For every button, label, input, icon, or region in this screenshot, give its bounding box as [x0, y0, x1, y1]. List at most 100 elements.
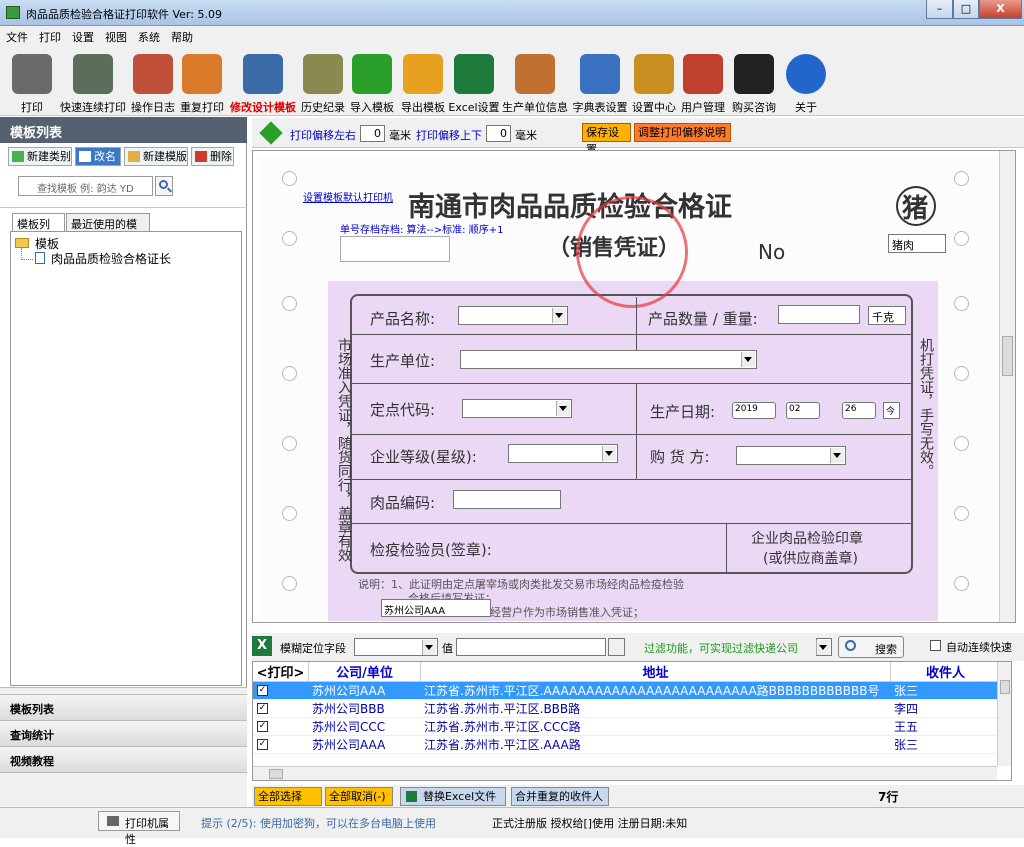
col-header-print[interactable]: <打印>: [253, 662, 309, 682]
export-template-button[interactable]: 导出模板: [398, 50, 448, 114]
serial-number-field[interactable]: [340, 236, 450, 262]
month-select[interactable]: 02: [786, 402, 820, 419]
filter-value-input[interactable]: [456, 638, 606, 656]
col-header-recipient[interactable]: 收件人: [891, 662, 1001, 682]
offset-lr-input[interactable]: 0: [360, 125, 385, 142]
import-template-button[interactable]: 导入模板: [347, 50, 397, 114]
new-template-button[interactable]: 新建模版: [124, 147, 188, 166]
buyer-select[interactable]: [736, 446, 846, 465]
unit-field[interactable]: 千克: [868, 306, 906, 325]
splitter[interactable]: [0, 687, 247, 694]
new-category-button[interactable]: 新建类别: [8, 147, 72, 166]
offset-help-button[interactable]: 调整打印偏移说明: [634, 123, 731, 142]
table-row[interactable]: ✓ 苏州公司CCC 江苏省.苏州市.平江区.CCC路 王五: [253, 718, 1011, 736]
operation-log-button[interactable]: 操作日志: [129, 50, 177, 114]
perforation-hole: [954, 506, 969, 521]
history-button[interactable]: 历史纪录: [299, 50, 347, 114]
app-icon: [6, 6, 20, 19]
reprint-button[interactable]: 重复打印: [178, 50, 226, 114]
nav-query-stats[interactable]: 查询统计: [0, 720, 247, 746]
excel-settings-button[interactable]: Excel设置: [448, 50, 500, 114]
window-title: 肉品品质检验合格证打印软件 Ver: 5.09: [26, 8, 222, 21]
auto-fast-checkbox[interactable]: [930, 640, 941, 651]
meat-code-input[interactable]: [453, 490, 561, 509]
col-header-address[interactable]: 地址: [421, 662, 891, 682]
tree-item-template[interactable]: 肉品品质检验合格证长: [51, 250, 171, 267]
row-checkbox[interactable]: ✓: [257, 703, 268, 714]
minimize-button[interactable]: –: [926, 0, 953, 19]
tab-recent-templates[interactable]: 最近使用的模板: [66, 213, 150, 247]
merge-recipients-button[interactable]: 合并重复的收件人: [511, 787, 609, 806]
tab-template-list[interactable]: 模板列表: [12, 213, 65, 247]
export-arrow-icon: [403, 54, 443, 94]
maximize-button[interactable]: □: [953, 0, 979, 19]
row-checkbox[interactable]: ✓: [257, 739, 268, 750]
meat-type-field[interactable]: 猪肉: [888, 234, 946, 253]
purchase-consult-button[interactable]: 购买咨询: [728, 50, 780, 114]
product-name-select[interactable]: [458, 306, 568, 325]
nav-template-list[interactable]: 模板列表: [0, 694, 247, 720]
grid-vscrollbar[interactable]: [997, 662, 1011, 766]
rename-button[interactable]: 改名: [75, 147, 121, 166]
day-select[interactable]: 26: [842, 402, 876, 419]
table-row[interactable]: ✓ 苏州公司BBB 江苏省.苏州市.平江区.BBB路 李四: [253, 700, 1011, 718]
table-row[interactable]: ✓ 苏州公司AAA 江苏省.苏州市.平江区.AAAAAAAAAAAAAAAAAA…: [253, 682, 1011, 700]
table-row[interactable]: ✓ 苏州公司AAA 江苏省.苏州市.平江区.AAA路 张三: [253, 736, 1011, 754]
printer-properties-button[interactable]: 打印机属性: [98, 811, 180, 846]
print-button[interactable]: 打印: [10, 50, 54, 114]
about-button[interactable]: 关于: [782, 50, 830, 114]
perforation-hole: [282, 506, 297, 521]
scroll-thumb[interactable]: [1000, 680, 1010, 694]
fast-print-button[interactable]: 快速连续打印: [58, 50, 128, 114]
producer-select[interactable]: [460, 350, 757, 369]
fuzzy-field-select[interactable]: [354, 638, 438, 656]
save-settings-button[interactable]: 保存设置: [582, 123, 631, 156]
grade-select[interactable]: [508, 444, 618, 463]
perforation-hole: [282, 296, 297, 311]
move-arrows-icon: [259, 121, 283, 145]
select-all-button[interactable]: 全部选择(+): [254, 787, 322, 820]
row-checkbox[interactable]: ✓: [257, 721, 268, 732]
cell-company: 苏州公司AAA: [312, 738, 386, 752]
fixed-code-select[interactable]: [462, 399, 572, 418]
browse-icon[interactable]: [608, 638, 625, 656]
company-field[interactable]: 苏州公司AAA: [381, 599, 491, 617]
col-header-company[interactable]: 公司/单位: [309, 662, 421, 682]
canvas-scrollbar[interactable]: [999, 151, 1015, 622]
inspector-label: 检疫检验员(签章):: [370, 541, 492, 559]
dictionary-settings-button[interactable]: 字典表设置: [571, 50, 629, 114]
producer-info-button[interactable]: 生产单位信息: [500, 50, 570, 114]
year-select[interactable]: 2019: [732, 402, 776, 419]
offset-ud-input[interactable]: 0: [486, 125, 511, 142]
user-management-button[interactable]: 用户管理: [678, 50, 728, 114]
certificate-preview: 设置模板默认打印机 南通市肉品品质检验合格证 猪 （销售凭证） No 单号存档存…: [258, 156, 1008, 621]
menu-system[interactable]: 系统: [132, 26, 165, 45]
grid-line: [352, 383, 912, 384]
filter-dropdown[interactable]: [816, 638, 832, 656]
replace-excel-button[interactable]: 替换Excel文件: [400, 787, 506, 806]
today-button[interactable]: 今: [883, 402, 900, 419]
menu-settings[interactable]: 设置: [66, 26, 99, 45]
default-printer-link[interactable]: 设置模板默认打印机: [303, 189, 393, 204]
edit-template-button[interactable]: 修改设计模板: [227, 50, 299, 114]
search-button[interactable]: 搜索: [838, 636, 904, 658]
unselect-all-button[interactable]: 全部取消(-): [325, 787, 393, 806]
delete-button[interactable]: 删除: [191, 147, 234, 166]
menu-print[interactable]: 打印: [33, 26, 66, 45]
menu-view[interactable]: 视图: [99, 26, 132, 45]
product-qty-input[interactable]: [778, 305, 860, 324]
close-button[interactable]: X: [979, 0, 1022, 19]
scroll-thumb[interactable]: [1002, 336, 1013, 376]
settings-center-button[interactable]: 设置中心: [630, 50, 678, 114]
menu-file[interactable]: 文件: [0, 26, 33, 45]
nav-video-tutorial[interactable]: 视频教程: [0, 746, 247, 772]
row-checkbox[interactable]: ✓: [257, 685, 268, 696]
menu-help[interactable]: 帮助: [165, 26, 198, 45]
template-search-input[interactable]: 查找模板 例: 韵达 YD: [18, 176, 153, 196]
stamp-label-1: 企业肉品检验印章: [751, 531, 863, 547]
search-icon[interactable]: [155, 176, 173, 196]
print-offset-bar: 打印偏移左右 0 毫米 打印偏移上下 0 毫米 保存设置 调整打印偏移说明: [252, 118, 1024, 156]
chevron-down-icon: [605, 451, 613, 456]
grid-hscrollbar[interactable]: [253, 766, 997, 780]
scroll-thumb[interactable]: [269, 769, 283, 779]
